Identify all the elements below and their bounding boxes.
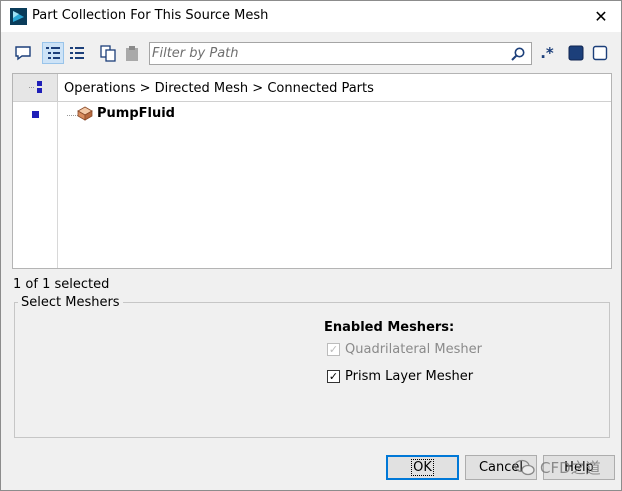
- quadrilateral-mesher-label: Quadrilateral Mesher: [345, 342, 482, 357]
- toolbar: .*: [1, 35, 621, 71]
- quadrilateral-mesher-checkbox: ✓: [327, 343, 340, 356]
- filter-field[interactable]: [149, 42, 532, 65]
- part-icon: [77, 106, 93, 121]
- speech-bubble-icon: [15, 46, 31, 61]
- empty-square-icon: [592, 45, 608, 61]
- regex-toggle-button[interactable]: .*: [536, 42, 558, 64]
- filter-input[interactable]: [152, 45, 502, 62]
- comment-button[interactable]: [12, 42, 34, 64]
- window-title: Part Collection For This Source Mesh: [32, 8, 269, 23]
- copy-icon: [100, 45, 116, 62]
- paste-button[interactable]: [121, 42, 143, 64]
- filled-square-icon: [568, 45, 584, 61]
- regex-icon: .*: [540, 44, 554, 62]
- ok-label: OK: [411, 459, 434, 476]
- select-meshers-group: [14, 302, 610, 438]
- enabled-meshers-heading: Enabled Meshers:: [324, 320, 455, 335]
- dialog-window: Part Collection For This Source Mesh ✕ F…: [0, 0, 622, 491]
- select-none-button[interactable]: [589, 42, 611, 64]
- prism-layer-mesher-label: Prism Layer Mesher: [345, 369, 474, 384]
- selection-gutter: [13, 102, 58, 268]
- close-icon: ✕: [594, 7, 608, 26]
- breadcrumb-path: Operations > Directed Mesh > Connected P…: [64, 81, 374, 96]
- list-icon: [70, 47, 84, 59]
- select-all-button[interactable]: [565, 42, 587, 64]
- paste-icon: [126, 46, 138, 61]
- copy-button[interactable]: [97, 42, 119, 64]
- watermark-text: CFD之道: [540, 459, 601, 477]
- wechat-icon: [514, 459, 535, 475]
- selection-column-header[interactable]: [13, 74, 58, 101]
- group-title: Select Meshers: [18, 295, 123, 310]
- app-logo-icon: [10, 8, 27, 25]
- watermark: CFD之道: [514, 457, 601, 478]
- title-bar: Part Collection For This Source Mesh ✕: [1, 1, 621, 32]
- tree-list-icon: [46, 47, 60, 59]
- prism-layer-mesher-option[interactable]: ✓ Prism Layer Mesher: [327, 369, 473, 384]
- expand-all-icon: [29, 81, 42, 93]
- search-icon[interactable]: [510, 46, 526, 62]
- part-tree: Operations > Directed Mesh > Connected P…: [12, 73, 612, 269]
- tree-header: Operations > Directed Mesh > Connected P…: [13, 74, 611, 102]
- quadrilateral-mesher-option: ✓ Quadrilateral Mesher: [327, 342, 482, 357]
- ok-button[interactable]: OK: [386, 455, 459, 480]
- flat-list-button[interactable]: [66, 42, 88, 64]
- selection-status: 1 of 1 selected: [13, 277, 110, 292]
- close-button[interactable]: ✕: [589, 6, 613, 28]
- prism-layer-mesher-checkbox[interactable]: ✓: [327, 370, 340, 383]
- selection-marker[interactable]: [32, 111, 39, 118]
- tree-view-button[interactable]: [42, 42, 64, 64]
- part-label: PumpFluid: [97, 106, 175, 121]
